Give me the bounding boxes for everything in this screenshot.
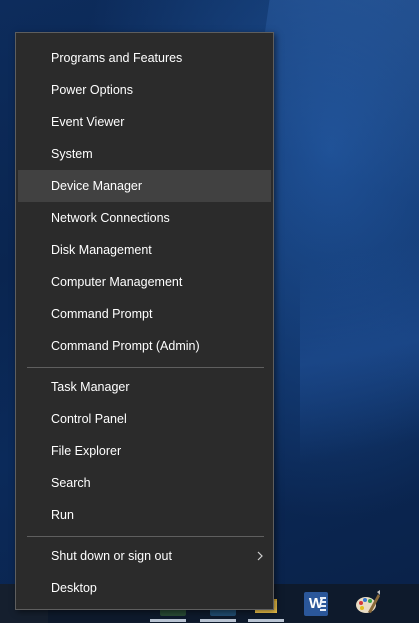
menu-item-label: Desktop bbox=[51, 581, 97, 595]
menu-item-label: Command Prompt (Admin) bbox=[51, 339, 200, 353]
menu-item-label: Shut down or sign out bbox=[51, 549, 172, 563]
power-user-menu: Programs and Features Power Options Even… bbox=[15, 32, 274, 610]
menu-item-programs-and-features[interactable]: Programs and Features bbox=[18, 42, 271, 74]
menu-item-disk-management[interactable]: Disk Management bbox=[18, 234, 271, 266]
taskbar-active-indicator bbox=[200, 619, 236, 622]
menu-item-event-viewer[interactable]: Event Viewer bbox=[18, 106, 271, 138]
menu-item-device-manager[interactable]: Device Manager bbox=[18, 170, 271, 202]
menu-item-shut-down-or-sign-out[interactable]: Shut down or sign out bbox=[18, 540, 271, 572]
menu-item-file-explorer[interactable]: File Explorer bbox=[18, 435, 271, 467]
menu-item-label: Run bbox=[51, 508, 74, 522]
menu-item-network-connections[interactable]: Network Connections bbox=[18, 202, 271, 234]
menu-item-control-panel[interactable]: Control Panel bbox=[18, 403, 271, 435]
menu-item-computer-management[interactable]: Computer Management bbox=[18, 266, 271, 298]
wallpaper-light-beam bbox=[300, 235, 419, 465]
menu-item-command-prompt[interactable]: Command Prompt bbox=[18, 298, 271, 330]
menu-item-label: Power Options bbox=[51, 83, 133, 97]
taskbar-active-indicator bbox=[150, 619, 186, 622]
paint-icon[interactable] bbox=[354, 590, 380, 616]
menu-item-label: Device Manager bbox=[51, 179, 143, 193]
menu-item-label: Search bbox=[51, 476, 91, 490]
menu-item-label: Task Manager bbox=[51, 380, 130, 394]
menu-item-label: System bbox=[51, 147, 93, 161]
word-icon[interactable]: W bbox=[304, 592, 328, 616]
menu-item-search[interactable]: Search bbox=[18, 467, 271, 499]
menu-item-label: Event Viewer bbox=[51, 115, 125, 129]
menu-item-run[interactable]: Run bbox=[18, 499, 271, 531]
menu-item-task-manager[interactable]: Task Manager bbox=[18, 371, 271, 403]
menu-item-label: Computer Management bbox=[51, 275, 183, 289]
menu-item-label: File Explorer bbox=[51, 444, 122, 458]
menu-item-power-options[interactable]: Power Options bbox=[18, 74, 271, 106]
menu-item-command-prompt-admin[interactable]: Command Prompt (Admin) bbox=[18, 330, 271, 362]
word-icon-lines bbox=[320, 597, 326, 611]
menu-item-system[interactable]: System bbox=[18, 138, 271, 170]
menu-item-label: Disk Management bbox=[51, 243, 152, 257]
menu-separator bbox=[27, 536, 264, 537]
menu-item-label: Network Connections bbox=[51, 211, 170, 225]
menu-item-desktop[interactable]: Desktop bbox=[18, 572, 271, 604]
menu-item-label: Control Panel bbox=[51, 412, 127, 426]
menu-item-label: Programs and Features bbox=[51, 51, 183, 65]
chevron-right-icon bbox=[257, 551, 263, 561]
menu-separator bbox=[27, 367, 264, 368]
menu-item-label: Command Prompt bbox=[51, 307, 153, 321]
taskbar-active-indicator bbox=[248, 619, 284, 622]
